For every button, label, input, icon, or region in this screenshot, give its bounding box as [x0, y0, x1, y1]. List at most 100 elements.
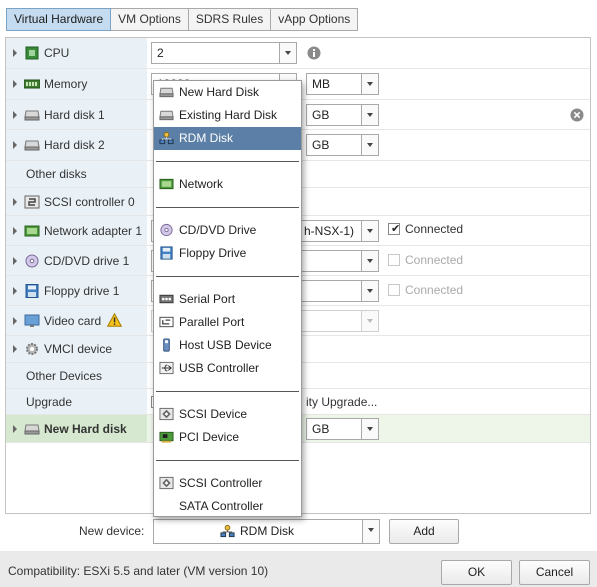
floppy-connected-label: Connected — [405, 283, 464, 297]
menu-item-label: Network — [179, 177, 224, 191]
info-icon[interactable] — [307, 46, 321, 60]
hard-disk-2-unit-select[interactable]: GB — [306, 134, 379, 156]
network-icon — [159, 178, 174, 190]
cd-dvd-icon — [160, 223, 173, 237]
remove-device-icon[interactable] — [570, 108, 584, 122]
menu-separator — [156, 276, 299, 277]
hard-disk-1-unit-select[interactable]: GB — [306, 104, 379, 126]
usb-controller-icon — [159, 361, 174, 375]
hardware-label: Hard disk 1 — [44, 107, 105, 122]
cpu-count-select[interactable]: 2 — [151, 42, 297, 64]
chevron-down-icon[interactable] — [361, 311, 378, 331]
usb-device-icon — [163, 338, 170, 352]
tab-virtual-hardware[interactable]: Virtual Hardware — [6, 8, 112, 31]
floppy-icon — [25, 283, 39, 298]
warning-icon — [107, 313, 122, 327]
hard-disk-2-unit-value: GB — [312, 138, 330, 152]
tab-sdrs-rules[interactable]: SDRS Rules — [188, 8, 272, 31]
hardware-label: Upgrade — [26, 394, 73, 409]
cancel-button[interactable]: Cancel — [519, 560, 590, 585]
floppy-connected-checkbox[interactable] — [388, 284, 400, 296]
expand-arrow-icon[interactable] — [13, 110, 17, 119]
hardware-label: Hard disk 2 — [44, 138, 105, 152]
hardware-label: Network adapter 1 — [44, 223, 143, 238]
expand-arrow-icon[interactable] — [13, 197, 17, 206]
cd-dvd-icon — [25, 254, 39, 267]
menu-item-label: Floppy Drive — [179, 246, 247, 260]
scsi-controller-icon — [24, 195, 40, 208]
hardware-row-cpu[interactable]: CPU 2 — [6, 38, 590, 69]
expand-arrow-icon[interactable] — [13, 49, 17, 57]
chevron-down-icon[interactable] — [361, 221, 378, 241]
chevron-down-icon[interactable] — [361, 281, 378, 301]
menu-item-label: Serial Port — [179, 292, 236, 306]
menu-item-label: CD/DVD Drive — [179, 223, 257, 237]
network-connected-checkbox[interactable]: ✔ — [388, 223, 400, 235]
hard-disk-icon — [159, 87, 174, 98]
hardware-label: VMCI device — [44, 342, 113, 356]
menu-item-host-usb-device[interactable]: Host USB Device — [154, 334, 301, 357]
parallel-port-icon — [159, 316, 174, 328]
expand-arrow-icon[interactable] — [13, 256, 17, 265]
menu-item-floppy-drive[interactable]: Floppy Drive — [154, 242, 301, 265]
pci-device-icon — [159, 431, 174, 443]
menu-item-serial-port[interactable]: Serial Port — [154, 288, 301, 311]
chevron-down-icon[interactable] — [361, 135, 378, 155]
hardware-label: Memory — [44, 77, 88, 91]
expand-arrow-icon[interactable] — [13, 141, 17, 149]
hardware-label: Video card — [44, 313, 102, 328]
memory-unit-select[interactable]: MB — [306, 73, 379, 95]
rdm-disk-icon — [159, 131, 174, 145]
expand-arrow-icon[interactable] — [13, 80, 17, 88]
menu-item-scsi-controller[interactable]: SCSI Controller — [154, 472, 301, 495]
menu-item-parallel-port[interactable]: Parallel Port — [154, 311, 301, 334]
tab-vapp-options[interactable]: vApp Options — [271, 8, 359, 31]
network-value: h-NSX-1) — [303, 224, 354, 238]
ok-button[interactable]: OK — [441, 560, 512, 585]
cd-dvd-connected-checkbox[interactable] — [388, 254, 400, 266]
network-adapter-icon — [24, 225, 40, 236]
tab-vm-options[interactable]: VM Options — [111, 8, 189, 31]
menu-item-new-hard-disk[interactable]: New Hard Disk — [154, 81, 301, 104]
memory-unit-value: MB — [312, 77, 330, 91]
dialog-footer: Compatibility: ESXi 5.5 and later (VM ve… — [0, 551, 597, 587]
expand-arrow-icon[interactable] — [13, 286, 17, 295]
menu-item-pci-device[interactable]: PCI Device — [154, 426, 301, 449]
hardware-label: CPU — [44, 46, 70, 60]
menu-item-label: Existing Hard Disk — [179, 108, 278, 122]
memory-icon — [24, 79, 40, 89]
menu-item-label: SCSI Controller — [179, 476, 263, 490]
menu-item-scsi-device[interactable]: SCSI Device — [154, 403, 301, 426]
add-device-button[interactable]: Add — [389, 519, 459, 544]
chevron-down-icon[interactable] — [362, 520, 379, 543]
scsi-device-icon — [159, 407, 174, 421]
rdm-disk-icon — [220, 524, 235, 538]
chevron-down-icon[interactable] — [279, 43, 296, 63]
menu-item-cd-dvd-drive[interactable]: CD/DVD Drive — [154, 219, 301, 242]
chevron-down-icon[interactable] — [361, 74, 378, 94]
serial-port-icon — [159, 294, 174, 304]
expand-arrow-icon[interactable] — [13, 316, 17, 325]
menu-item-usb-controller[interactable]: USB Controller — [154, 357, 301, 380]
menu-item-label: Parallel Port — [179, 315, 245, 329]
new-hard-disk-unit-select[interactable]: GB — [306, 418, 379, 440]
cpu-count-value: 2 — [157, 46, 164, 60]
hardware-label: SCSI controller 0 — [44, 194, 135, 209]
gear-icon — [26, 343, 38, 355]
chevron-down-icon[interactable] — [361, 105, 378, 125]
expand-arrow-icon[interactable] — [13, 424, 17, 433]
expand-arrow-icon[interactable] — [13, 226, 17, 235]
new-device-select[interactable]: RDM Disk — [153, 519, 380, 544]
menu-item-rdm-disk[interactable]: RDM Disk — [154, 127, 301, 150]
chevron-down-icon[interactable] — [361, 251, 378, 271]
floppy-icon — [160, 246, 173, 260]
hard-disk-icon — [24, 424, 40, 434]
cd-dvd-connected-label: Connected — [405, 253, 464, 267]
hardware-label: Other Devices — [26, 368, 103, 383]
menu-item-existing-hard-disk[interactable]: Existing Hard Disk — [154, 104, 301, 127]
menu-item-sata-controller[interactable]: SATA Controller — [154, 495, 301, 518]
chevron-down-icon[interactable] — [361, 419, 378, 439]
menu-item-label: SATA Controller — [179, 499, 264, 513]
expand-arrow-icon[interactable] — [13, 345, 17, 353]
menu-item-network[interactable]: Network — [154, 173, 301, 196]
